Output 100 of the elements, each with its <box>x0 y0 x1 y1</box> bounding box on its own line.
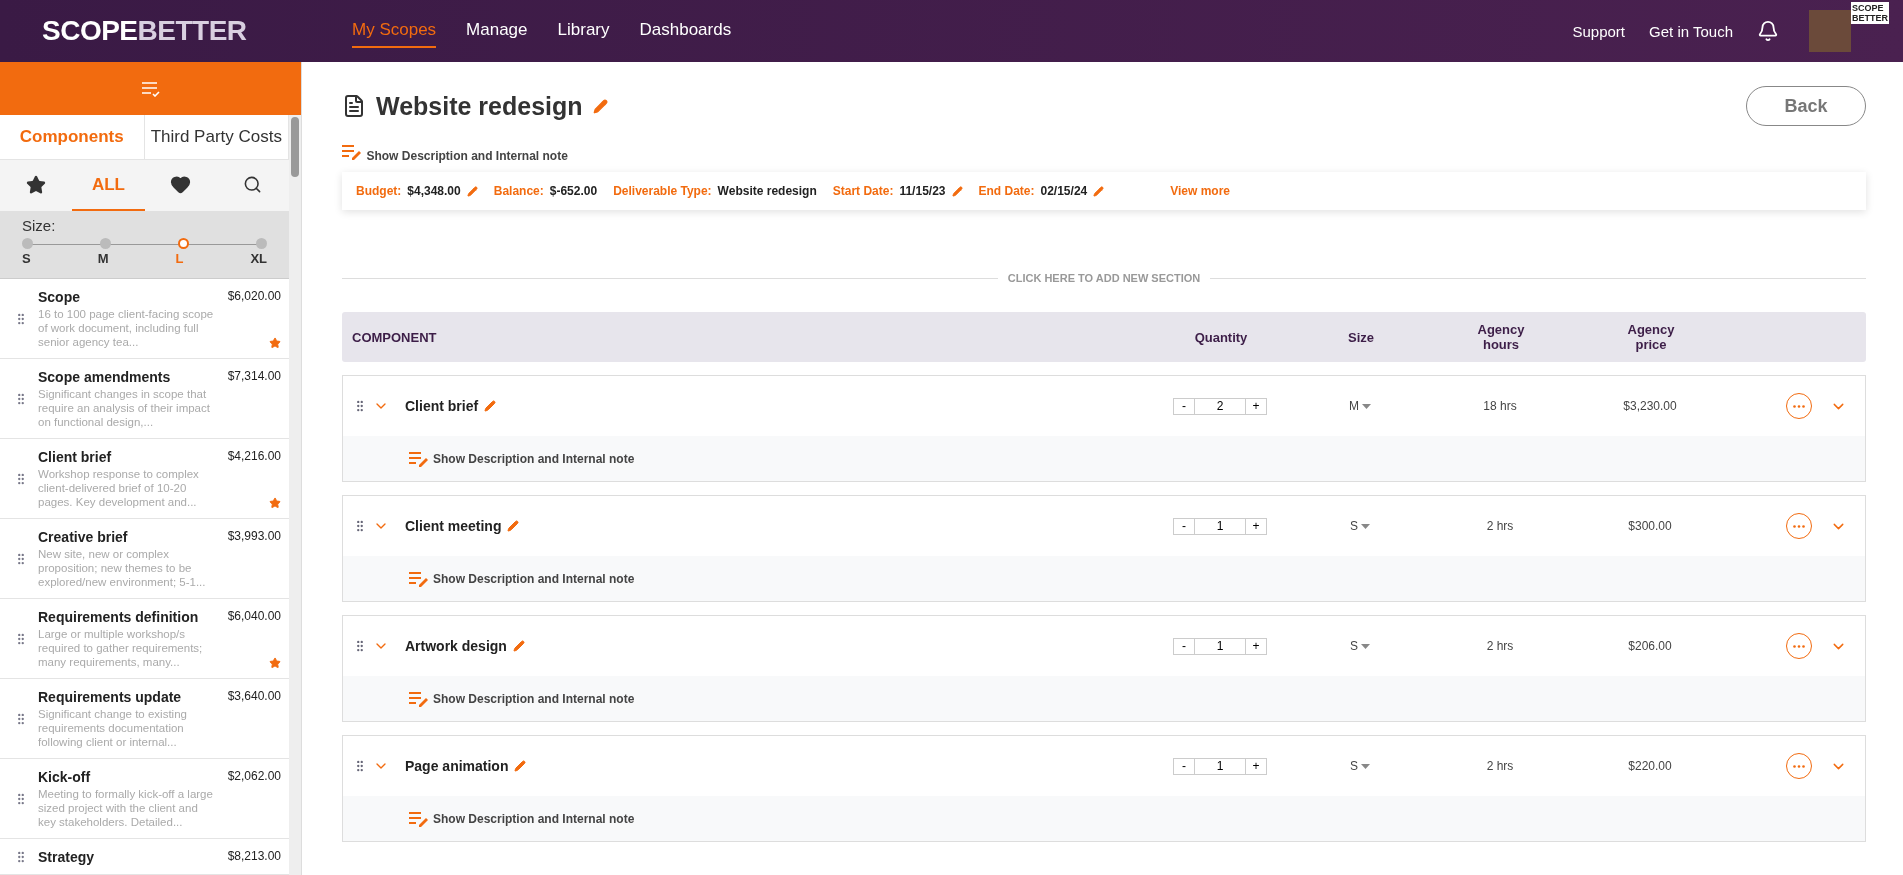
component-description: New site, new or complex proposition; new themes to be explored/new environment; 5-1... <box>38 547 207 589</box>
quantity-input[interactable]: 1 <box>1195 517 1245 535</box>
decrease-button[interactable]: - <box>1173 757 1195 775</box>
component-description: Workshop response to complex client-delivered brief of 10-20 pages. Key development and... <box>38 467 200 509</box>
nav-link[interactable]: Manage <box>466 14 528 48</box>
show-description-link[interactable]: Show Description and Internal note <box>433 811 635 826</box>
edit-icon[interactable] <box>951 185 963 197</box>
info-value: $4,348.00 <box>407 184 461 198</box>
info-value: Website redesign <box>717 184 817 198</box>
increase-button[interactable]: + <box>1245 757 1267 775</box>
info-label: Start Date: <box>832 184 894 198</box>
component-description: Significant changes in scope that require an analysis of their impact on functional design,... <box>38 387 211 429</box>
component-price: $2,062.00 <box>227 769 282 783</box>
component-description: Significant change to existing requirements documentation following client or internal... <box>38 707 188 749</box>
more-dots-icon <box>1793 644 1805 648</box>
component-price: $3,993.00 <box>227 529 282 543</box>
component-name: Requirements definition <box>38 609 200 625</box>
info-label: End Date: <box>978 184 1035 198</box>
show-description-link[interactable]: Show Description and Internal note <box>366 149 568 163</box>
show-description-link[interactable]: Show Description and Internal note <box>433 451 635 466</box>
nav-link[interactable]: My Scopes <box>352 14 437 48</box>
decrease-button[interactable]: - <box>1173 397 1195 415</box>
component-description: 16 to 100 page client-facing scope of work document, including full senior agency tea... <box>38 307 215 349</box>
increase-button[interactable]: + <box>1245 637 1267 655</box>
bell-icon[interactable] <box>1757 20 1779 42</box>
size-option-label: M <box>97 251 109 266</box>
back-button[interactable]: Back <box>1746 86 1866 126</box>
more-options-button[interactable] <box>1786 753 1812 779</box>
column-header: Agency price <box>1626 322 1676 352</box>
info-value: $-652.00 <box>549 184 598 198</box>
decrease-button[interactable]: - <box>1173 637 1195 655</box>
size-label: Size: <box>22 217 57 234</box>
header-link[interactable]: Get in Touch <box>1649 22 1733 40</box>
more-dots-icon <box>1793 404 1805 408</box>
nav-link[interactable]: Dashboards <box>639 14 732 48</box>
size-dropdown[interactable]: S <box>1295 519 1425 533</box>
info-label: Deliverable Type: <box>613 184 712 198</box>
header-link[interactable]: Support <box>1572 22 1626 40</box>
more-dots-icon <box>1793 764 1805 768</box>
edit-icon[interactable] <box>484 400 497 412</box>
size-option-label: L <box>175 251 184 266</box>
heart-icon <box>170 174 192 196</box>
component-price: $7,314.00 <box>227 369 282 383</box>
row-component-name: Client meeting <box>405 518 502 534</box>
price-cell-text: $300.00 <box>1627 519 1673 533</box>
quantity-input[interactable]: 1 <box>1195 637 1245 655</box>
hours-cell-text: 2 hrs <box>1485 759 1515 773</box>
component-name: Kick-off <box>38 769 92 785</box>
decrease-button[interactable]: - <box>1173 517 1195 535</box>
size-stop[interactable] <box>178 238 190 249</box>
more-options-button[interactable] <box>1786 513 1812 539</box>
increase-button[interactable]: + <box>1245 517 1267 535</box>
scope-title: Website redesign <box>376 91 583 121</box>
caret-icon <box>1361 643 1370 649</box>
edit-icon[interactable] <box>507 520 520 532</box>
hours-cell-text: 2 hrs <box>1485 639 1515 653</box>
quantity-input[interactable]: 1 <box>1195 757 1245 775</box>
edit-icon[interactable] <box>514 760 527 772</box>
size-dropdown[interactable]: S <box>1295 639 1425 653</box>
notes-edit-icon <box>342 144 362 160</box>
component-description: Large or multiple workshop/s required to gather requirements; many requirements, many... <box>38 627 204 669</box>
edit-icon[interactable] <box>512 640 525 652</box>
size-option-label: S <box>22 251 31 266</box>
notes-edit-icon <box>409 810 429 827</box>
component-price: $4,216.00 <box>227 449 282 463</box>
edit-icon[interactable] <box>1093 185 1105 197</box>
show-description-link[interactable]: Show Description and Internal note <box>433 571 635 586</box>
row-component-name: Page animation <box>405 758 509 774</box>
edit-icon[interactable] <box>466 185 478 197</box>
more-options-button[interactable] <box>1786 633 1812 659</box>
component-name: Strategy <box>38 849 96 865</box>
component-name: Creative brief <box>38 529 129 545</box>
component-name: Client brief <box>38 449 113 465</box>
size-option-label: XL <box>250 251 268 266</box>
hours-cell-text: 18 hrs <box>1482 399 1518 413</box>
component-price: $6,020.00 <box>227 289 282 303</box>
info-value: 02/15/24 <box>1040 184 1088 198</box>
more-options-button[interactable] <box>1786 393 1812 419</box>
caret-icon <box>1362 403 1371 409</box>
size-dropdown[interactable]: S <box>1295 759 1425 773</box>
nav-link[interactable]: Library <box>557 14 610 48</box>
component-price: $6,040.00 <box>227 609 282 623</box>
component-description: Meeting to formally kick-off a large sized project with the client and key stakeholders. Detailed... <box>38 787 214 829</box>
more-dots-icon <box>1793 524 1805 528</box>
notes-edit-icon <box>409 690 429 707</box>
size-dropdown[interactable]: M <box>1295 399 1425 413</box>
info-label: Balance: <box>493 184 544 198</box>
quantity-input[interactable]: 2 <box>1195 397 1245 415</box>
component-name: Scope amendments <box>38 369 172 385</box>
edit-icon[interactable] <box>592 98 608 114</box>
increase-button[interactable]: + <box>1245 397 1267 415</box>
price-cell-text: $206.00 <box>1627 639 1673 653</box>
document-icon <box>342 94 366 118</box>
scrollbar-thumb[interactable] <box>291 117 300 177</box>
sidebar-toggle-bar[interactable] <box>0 62 301 115</box>
column-header: COMPONENT <box>352 329 438 345</box>
row-component-name: Client brief <box>405 398 479 414</box>
notes-edit-icon <box>409 450 429 467</box>
show-description-link[interactable]: Show Description and Internal note <box>433 691 635 706</box>
row-component-name: Artwork design <box>405 638 507 654</box>
